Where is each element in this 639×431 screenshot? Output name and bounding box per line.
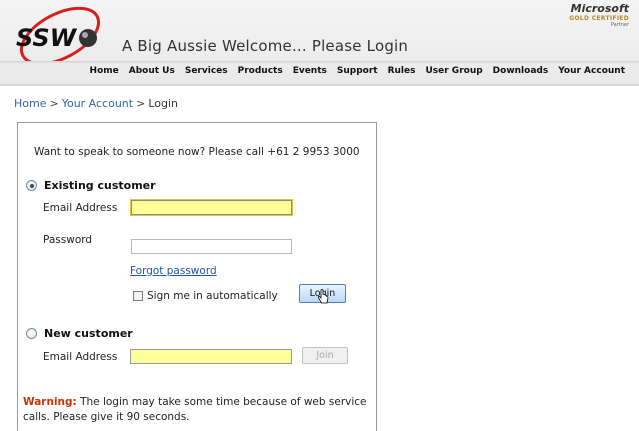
site-header: SSW A Big Aussie Welcome... Please Login… bbox=[0, 0, 639, 86]
new-email-field[interactable] bbox=[130, 349, 292, 364]
remember-me-checkbox[interactable] bbox=[133, 291, 143, 301]
existing-customer-label: Existing customer bbox=[44, 179, 156, 192]
nav-about-us[interactable]: About Us bbox=[129, 66, 175, 76]
nav-rules[interactable]: Rules bbox=[388, 66, 416, 76]
new-customer-label: New customer bbox=[44, 327, 133, 340]
hand-cursor-icon bbox=[317, 289, 329, 304]
nav-home[interactable]: Home bbox=[90, 66, 119, 76]
page-tagline: A Big Aussie Welcome... Please Login bbox=[122, 37, 409, 55]
ms-brand: Microsoft bbox=[570, 2, 629, 15]
email-field[interactable] bbox=[130, 199, 293, 216]
new-email-label: Email Address bbox=[43, 351, 118, 363]
logo-text: SSW bbox=[16, 24, 78, 52]
breadcrumb: Home > Your Account > Login bbox=[14, 97, 178, 110]
login-panel: Want to speak to someone now? Please cal… bbox=[17, 122, 377, 431]
existing-customer-radio[interactable] bbox=[26, 180, 37, 191]
join-button[interactable]: Join bbox=[302, 347, 348, 364]
breadcrumb-your-account[interactable]: Your Account bbox=[62, 97, 133, 110]
ms-certification: GOLD CERTIFIED bbox=[569, 15, 629, 22]
warning-label: Warning: bbox=[23, 396, 77, 408]
main-nav: Home About Us Services Products Events S… bbox=[80, 66, 625, 76]
nav-user-group[interactable]: User Group bbox=[425, 66, 482, 76]
existing-customer-option[interactable]: Existing customer bbox=[26, 179, 156, 192]
password-field[interactable] bbox=[131, 239, 292, 254]
remember-me-label: Sign me in automatically bbox=[147, 290, 278, 302]
nav-divider bbox=[0, 61, 639, 64]
nav-your-account[interactable]: Your Account bbox=[558, 66, 625, 76]
header-bottom-rule bbox=[0, 84, 639, 86]
warning-message: Warning: The login may take some time be… bbox=[23, 395, 373, 425]
microsoft-partner-logo: Microsoft GOLD CERTIFIED Partner bbox=[569, 2, 629, 28]
breadcrumb-home[interactable]: Home bbox=[14, 97, 46, 110]
email-label: Email Address bbox=[43, 202, 118, 214]
nav-downloads[interactable]: Downloads bbox=[493, 66, 549, 76]
forgot-password-link[interactable]: Forgot password bbox=[130, 265, 217, 277]
remember-me-option[interactable]: Sign me in automatically bbox=[133, 290, 278, 302]
breadcrumb-separator: > bbox=[49, 97, 59, 110]
call-us-text: Want to speak to someone now? Please cal… bbox=[34, 146, 360, 158]
nav-events[interactable]: Events bbox=[293, 66, 327, 76]
new-customer-option[interactable]: New customer bbox=[26, 327, 133, 340]
nav-products[interactable]: Products bbox=[238, 66, 283, 76]
breadcrumb-separator: > bbox=[136, 97, 146, 110]
nav-support[interactable]: Support bbox=[337, 66, 378, 76]
new-customer-radio[interactable] bbox=[26, 328, 37, 339]
breadcrumb-current: Login bbox=[148, 97, 179, 110]
nav-services[interactable]: Services bbox=[185, 66, 228, 76]
ms-partner: Partner bbox=[610, 22, 629, 28]
password-label: Password bbox=[43, 234, 93, 246]
